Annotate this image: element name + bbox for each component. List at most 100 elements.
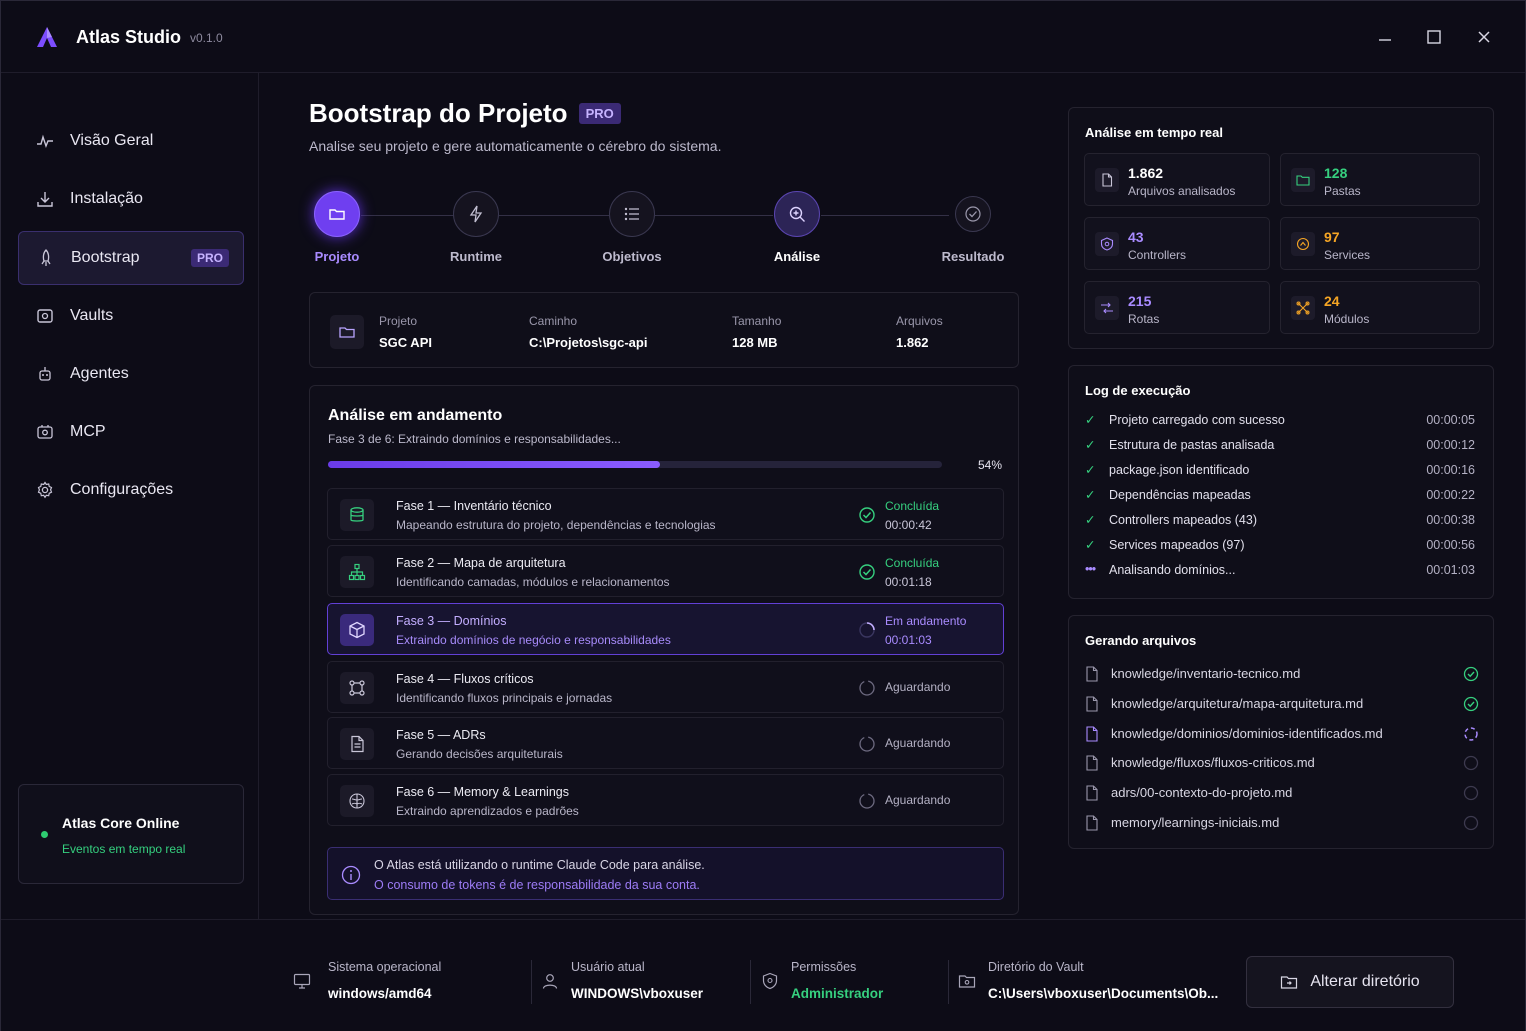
check-circle-icon bbox=[955, 196, 991, 232]
file-item[interactable]: knowledge/fluxos/fluxos-criticos.md bbox=[1085, 754, 1479, 774]
file-name: memory/learnings-iniciais.md bbox=[1111, 815, 1280, 830]
check-circle-icon bbox=[858, 563, 876, 581]
step-label: Análise bbox=[773, 249, 821, 264]
file-name: adrs/00-contexto-do-projeto.md bbox=[1111, 785, 1293, 800]
step-objetivos[interactable]: Objetivos bbox=[582, 191, 682, 264]
phase-title: Fase 5 — ADRs bbox=[396, 728, 486, 742]
phase-status: Aguardando bbox=[885, 680, 951, 694]
step-label: Runtime bbox=[450, 249, 502, 264]
phase-description: Gerando decisões arquiteturais bbox=[396, 747, 563, 761]
project-name-value: SGC API bbox=[379, 335, 432, 350]
file-item[interactable]: knowledge/inventario-tecnico.md bbox=[1085, 665, 1479, 685]
sidebar-item-label: Instalação bbox=[70, 190, 143, 207]
phase-row[interactable]: Fase 1 — Inventário técnico Mapeando est… bbox=[327, 488, 1004, 540]
minimize-button[interactable] bbox=[1371, 23, 1399, 51]
analysis-title: Análise em andamento bbox=[328, 407, 503, 424]
phase-row[interactable]: Fase 2 — Mapa de arquitetura Identifican… bbox=[327, 545, 1004, 597]
phase-row[interactable]: Fase 6 — Memory & Learnings Extraindo ap… bbox=[327, 774, 1004, 826]
phase-time: 00:01:18 bbox=[885, 575, 932, 589]
stat-card: 128 Pastas bbox=[1280, 153, 1480, 206]
os-value: windows/amd64 bbox=[328, 986, 432, 1001]
sidebar-item-agentes[interactable]: Agentes bbox=[18, 347, 244, 401]
sidebar-item-label: Visão Geral bbox=[70, 132, 154, 149]
file-icon bbox=[1085, 726, 1099, 742]
sidebar-item-label: Bootstrap bbox=[71, 249, 140, 266]
file-item[interactable]: knowledge/arquitetura/mapa-arquitetura.m… bbox=[1085, 695, 1479, 715]
step-label: Projeto bbox=[314, 249, 360, 264]
phase-status: Aguardando bbox=[885, 736, 951, 750]
core-status-subtitle: Eventos em tempo real bbox=[62, 842, 186, 856]
folder-icon bbox=[958, 972, 976, 990]
search-icon bbox=[774, 191, 820, 237]
change-directory-button[interactable]: Alterar diretório bbox=[1246, 956, 1454, 1008]
realtime-title: Análise em tempo real bbox=[1085, 125, 1223, 140]
analysis-card: Análise em andamento Fase 3 de 6: Extrai… bbox=[309, 385, 1019, 915]
phase-description: Identificando fluxos principais e jornad… bbox=[396, 691, 613, 705]
phase-description: Mapeando estrutura do projeto, dependênc… bbox=[396, 518, 716, 532]
project-files-label: Arquivos bbox=[896, 314, 943, 328]
maximize-button[interactable] bbox=[1420, 23, 1448, 51]
download-icon bbox=[36, 190, 54, 208]
pending-circle-icon bbox=[1463, 755, 1479, 771]
stat-label: Módulos bbox=[1324, 312, 1370, 326]
sidebar-item-vaults[interactable]: Vaults bbox=[18, 289, 244, 343]
log-time: 00:00:56 bbox=[1426, 538, 1475, 552]
stat-label: Services bbox=[1324, 248, 1371, 262]
online-dot-icon bbox=[41, 831, 48, 838]
brain-icon bbox=[340, 785, 374, 817]
step-analise[interactable]: Análise bbox=[747, 191, 847, 264]
sidebar-item-label: Configurações bbox=[70, 481, 174, 498]
stat-card: 24 Módulos bbox=[1280, 281, 1480, 334]
os-label: Sistema operacional bbox=[328, 960, 442, 974]
project-size-label: Tamanho bbox=[732, 314, 782, 328]
phase-row[interactable]: Fase 4 — Fluxos críticos Identificando f… bbox=[327, 661, 1004, 713]
check-icon: ✓ bbox=[1085, 413, 1096, 427]
rocket-icon bbox=[37, 249, 55, 267]
check-icon: ✓ bbox=[1085, 513, 1096, 527]
file-icon bbox=[1085, 755, 1099, 771]
phase-description: Extraindo aprendizados e padrões bbox=[396, 804, 579, 818]
file-item[interactable]: memory/learnings-iniciais.md bbox=[1085, 814, 1479, 834]
sidebar-item-instalacao[interactable]: Instalação bbox=[18, 172, 244, 226]
document-icon bbox=[340, 728, 374, 760]
spinner-icon bbox=[1463, 726, 1479, 742]
stat-value: 215 bbox=[1128, 293, 1152, 309]
phase-description: Identificando camadas, módulos e relacio… bbox=[396, 575, 670, 589]
step-runtime[interactable]: Runtime bbox=[426, 191, 526, 264]
file-icon bbox=[1085, 696, 1099, 712]
stat-card: 97 Services bbox=[1280, 217, 1480, 270]
sidebar-item-visao-geral[interactable]: Visão Geral bbox=[18, 114, 244, 168]
log-entry: ✓ Services mapeados (97) 00:00:56 bbox=[1085, 537, 1475, 557]
sidebar-item-bootstrap[interactable]: Bootstrap PRO bbox=[18, 231, 244, 285]
stat-label: Rotas bbox=[1128, 312, 1160, 326]
stat-card: 215 Rotas bbox=[1084, 281, 1270, 334]
step-projeto[interactable]: Projeto bbox=[287, 191, 387, 264]
files-title: Gerando arquivos bbox=[1085, 633, 1197, 648]
file-item[interactable]: knowledge/dominios/dominios-identificado… bbox=[1085, 725, 1479, 745]
phase-status: Concluída bbox=[885, 499, 940, 513]
phase-row[interactable]: Fase 5 — ADRs Gerando decisões arquitetu… bbox=[327, 717, 1004, 769]
phase-status: Em andamento bbox=[885, 614, 967, 628]
file-item[interactable]: adrs/00-contexto-do-projeto.md bbox=[1085, 784, 1479, 804]
file-name: knowledge/inventario-tecnico.md bbox=[1111, 666, 1301, 681]
pending-circle-icon bbox=[858, 792, 876, 810]
page-title: Bootstrap do Projeto PRO bbox=[309, 98, 621, 129]
check-icon: ✓ bbox=[1085, 438, 1096, 452]
stat-value: 1.862 bbox=[1128, 165, 1164, 181]
log-time: 00:00:05 bbox=[1426, 413, 1475, 427]
phase-row[interactable]: Fase 3 — Domínios Extraindo domínios de … bbox=[327, 603, 1004, 655]
close-button[interactable] bbox=[1470, 23, 1498, 51]
log-time: 00:00:38 bbox=[1426, 513, 1475, 527]
step-resultado[interactable]: Resultado bbox=[923, 191, 1023, 264]
gear-icon bbox=[36, 481, 54, 499]
phase-title: Fase 4 — Fluxos críticos bbox=[396, 672, 534, 686]
info-text: O Atlas está utilizando o runtime Claude… bbox=[374, 858, 705, 872]
file-icon bbox=[1085, 785, 1099, 801]
permissions-value: Administrador bbox=[791, 986, 884, 1001]
sidebar: Visão Geral Instalação Bootstrap PRO Vau… bbox=[1, 73, 259, 919]
page-subtitle: Analise seu projeto e gere automaticamen… bbox=[309, 138, 722, 154]
sidebar-item-mcp[interactable]: MCP bbox=[18, 405, 244, 459]
sidebar-item-configuracoes[interactable]: Configurações bbox=[18, 463, 244, 517]
log-entry: ✓ package.json identificado 00:00:16 bbox=[1085, 462, 1475, 482]
divider bbox=[948, 960, 949, 1004]
